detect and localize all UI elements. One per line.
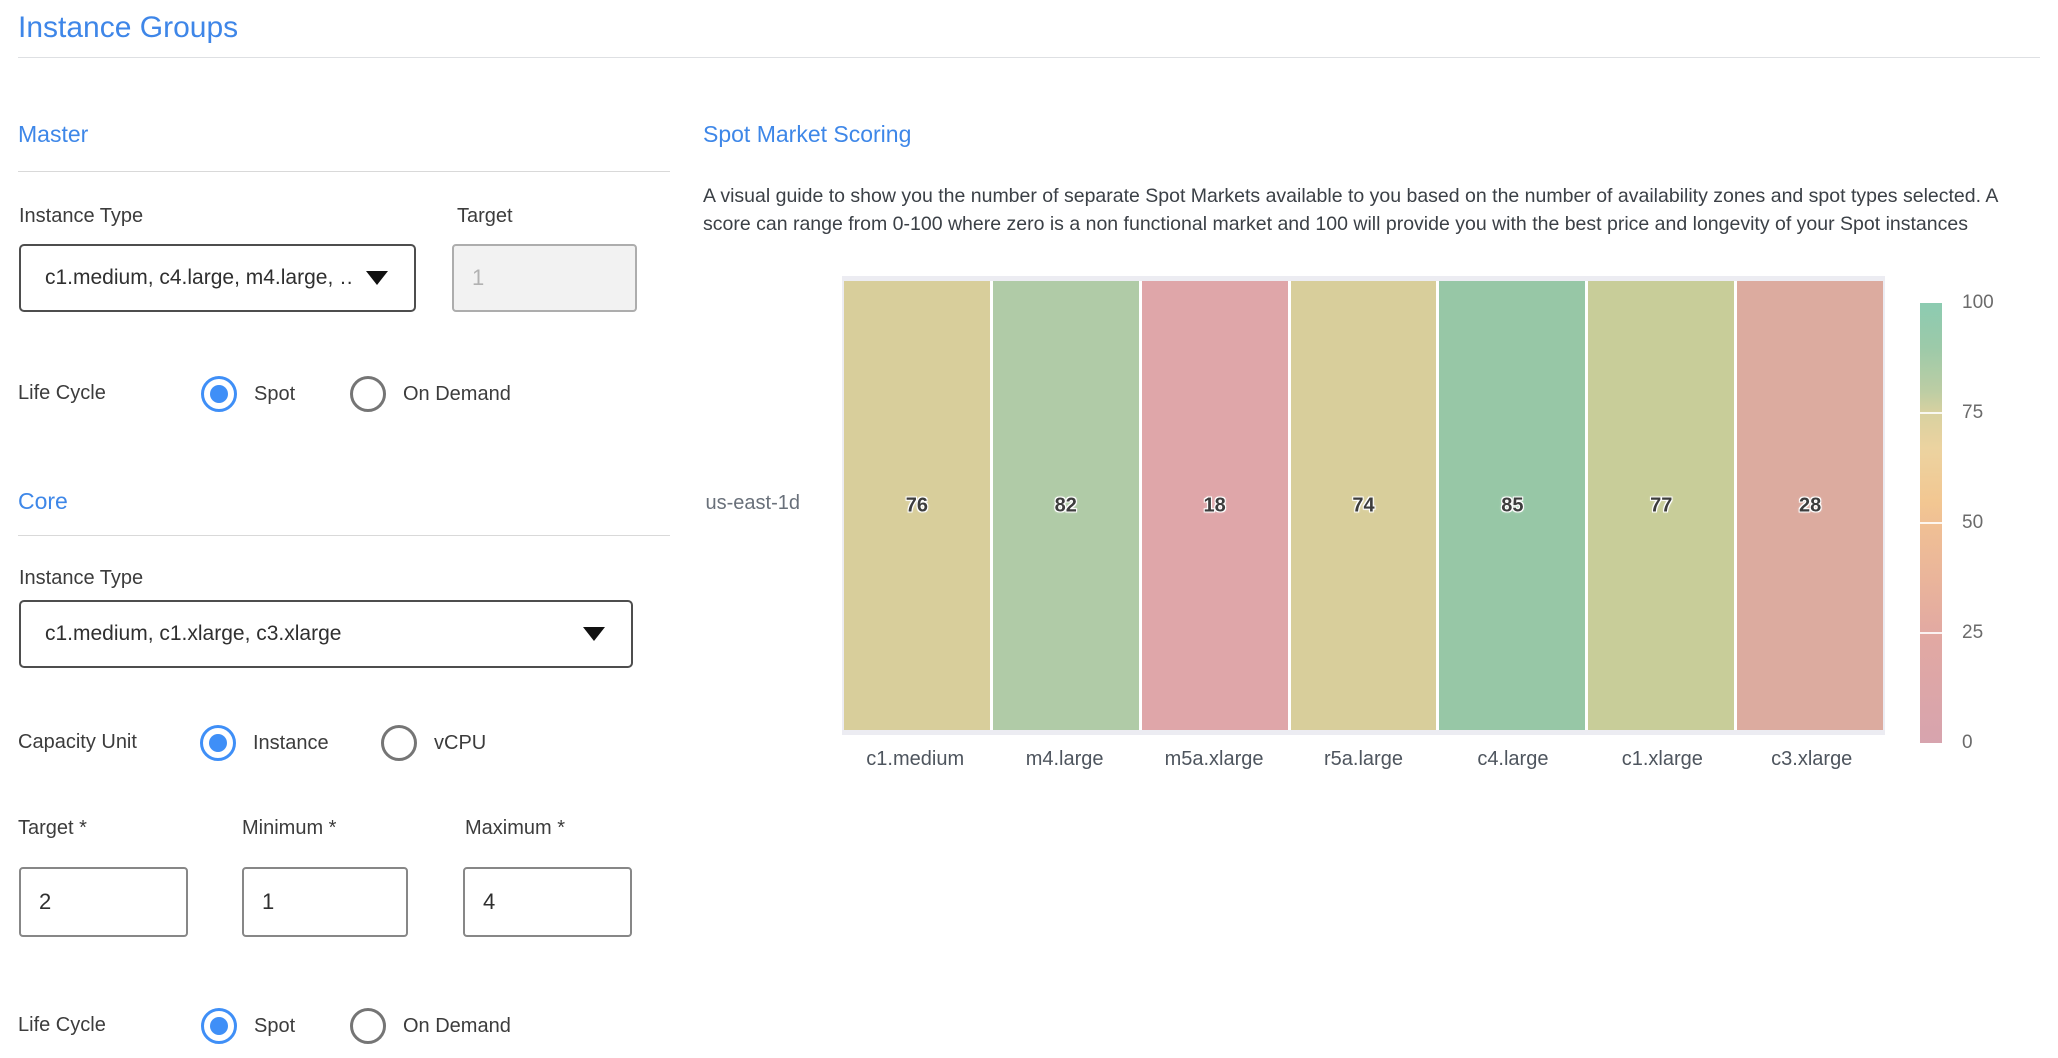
- heatmap-x-label: c1.xlarge: [1589, 748, 1735, 771]
- heatmap-cell: 74: [1291, 281, 1437, 730]
- core-divider: [18, 535, 670, 536]
- radio-icon: [201, 376, 237, 412]
- master-life-cycle-label: Life Cycle: [18, 382, 106, 405]
- master-target-input[interactable]: [452, 244, 637, 312]
- heatmap-cell: 28: [1737, 281, 1883, 730]
- heatmap-cell: 18: [1142, 281, 1288, 730]
- master-instance-type-value: c1.medium, c4.large, m4.large, …: [45, 266, 352, 290]
- heatmap-x-label: c1.medium: [842, 748, 988, 771]
- heatmap-plot-area: 76821874857728: [842, 276, 1885, 735]
- master-section-heading: Master: [18, 119, 88, 149]
- master-life-cycle-row: Life Cycle Spot On Demand: [0, 376, 660, 412]
- core-life-cycle-option-on-demand[interactable]: On Demand: [350, 1008, 511, 1044]
- core-target-label: Target *: [18, 816, 87, 840]
- core-minimum-input[interactable]: [242, 867, 408, 937]
- master-instance-type-select[interactable]: c1.medium, c4.large, m4.large, …: [19, 244, 416, 312]
- heatmap-cells: 76821874857728: [844, 281, 1883, 730]
- radio-icon: [350, 376, 386, 412]
- heatmap-cell-value: 85: [1439, 494, 1585, 517]
- core-maximum-input[interactable]: [463, 867, 632, 937]
- heatmap-x-label: m5a.xlarge: [1141, 748, 1287, 771]
- colorbar-tick-label: 0: [1962, 732, 1973, 754]
- instance-groups-page: Instance Groups Master Instance Type c1.…: [0, 0, 2058, 1058]
- heatmap-x-label: r5a.large: [1290, 748, 1436, 771]
- heatmap-cell: 85: [1439, 281, 1585, 730]
- heatmap-cell: 82: [993, 281, 1139, 730]
- core-section-heading: Core: [18, 486, 68, 516]
- radio-icon: [350, 1008, 386, 1044]
- heatmap-cell: 76: [844, 281, 990, 730]
- title-divider: [18, 57, 2040, 58]
- page-title: Instance Groups: [18, 9, 238, 47]
- heatmap-cell-value: 76: [844, 494, 990, 517]
- core-capacity-unit-row: Capacity Unit Instance vCPU: [0, 725, 660, 761]
- master-target-label: Target: [457, 204, 513, 228]
- heatmap-cell-value: 18: [1142, 494, 1288, 517]
- heatmap-x-axis-labels: c1.mediumm4.largem5a.xlarger5a.largec4.l…: [842, 748, 1885, 771]
- core-minimum-label: Minimum *: [242, 816, 336, 840]
- colorbar-tick-label: 50: [1962, 512, 1983, 534]
- core-maximum-label: Maximum *: [465, 816, 565, 840]
- chevron-down-icon: [366, 271, 388, 285]
- colorbar-divider-line: [1920, 412, 1942, 414]
- core-instance-type-label: Instance Type: [19, 566, 143, 590]
- core-target-input[interactable]: [19, 867, 188, 937]
- radio-icon: [200, 725, 236, 761]
- core-instance-type-select[interactable]: c1.medium, c1.xlarge, c3.xlarge: [19, 600, 633, 668]
- colorbar-tick-label: 25: [1962, 622, 1983, 644]
- heatmap-x-label: m4.large: [991, 748, 1137, 771]
- chevron-down-icon: [583, 627, 605, 641]
- core-instance-type-value: c1.medium, c1.xlarge, c3.xlarge: [45, 622, 569, 646]
- heatmap-colorbar: [1920, 303, 1942, 743]
- heatmap-cell-value: 77: [1588, 494, 1734, 517]
- master-life-cycle-option-spot[interactable]: Spot: [201, 376, 295, 412]
- heatmap-row-label: us-east-1d: [655, 492, 800, 515]
- colorbar-divider-line: [1920, 522, 1942, 524]
- master-life-cycle-option-on-demand[interactable]: On Demand: [350, 376, 511, 412]
- heatmap-cell-value: 82: [993, 494, 1139, 517]
- heatmap-cell-value: 74: [1291, 494, 1437, 517]
- scoring-description: A visual guide to show you the number of…: [703, 182, 2045, 238]
- core-capacity-option-vcpu[interactable]: vCPU: [381, 725, 486, 761]
- core-life-cycle-row: Life Cycle Spot On Demand: [0, 1008, 660, 1044]
- heatmap-x-label: c4.large: [1440, 748, 1586, 771]
- colorbar-tick-label: 100: [1962, 292, 1994, 314]
- heatmap-cell: 77: [1588, 281, 1734, 730]
- master-instance-type-label: Instance Type: [19, 204, 143, 228]
- core-life-cycle-option-spot[interactable]: Spot: [201, 1008, 295, 1044]
- colorbar-tick-label: 75: [1962, 402, 1983, 424]
- heatmap-x-label: c3.xlarge: [1739, 748, 1885, 771]
- heatmap-cell-value: 28: [1737, 494, 1883, 517]
- core-capacity-unit-label: Capacity Unit: [18, 731, 137, 754]
- colorbar-divider-line: [1920, 632, 1942, 634]
- radio-icon: [201, 1008, 237, 1044]
- radio-icon: [381, 725, 417, 761]
- master-divider: [18, 171, 670, 172]
- core-capacity-option-instance[interactable]: Instance: [200, 725, 329, 761]
- core-life-cycle-label: Life Cycle: [18, 1014, 106, 1037]
- scoring-heading: Spot Market Scoring: [703, 119, 911, 149]
